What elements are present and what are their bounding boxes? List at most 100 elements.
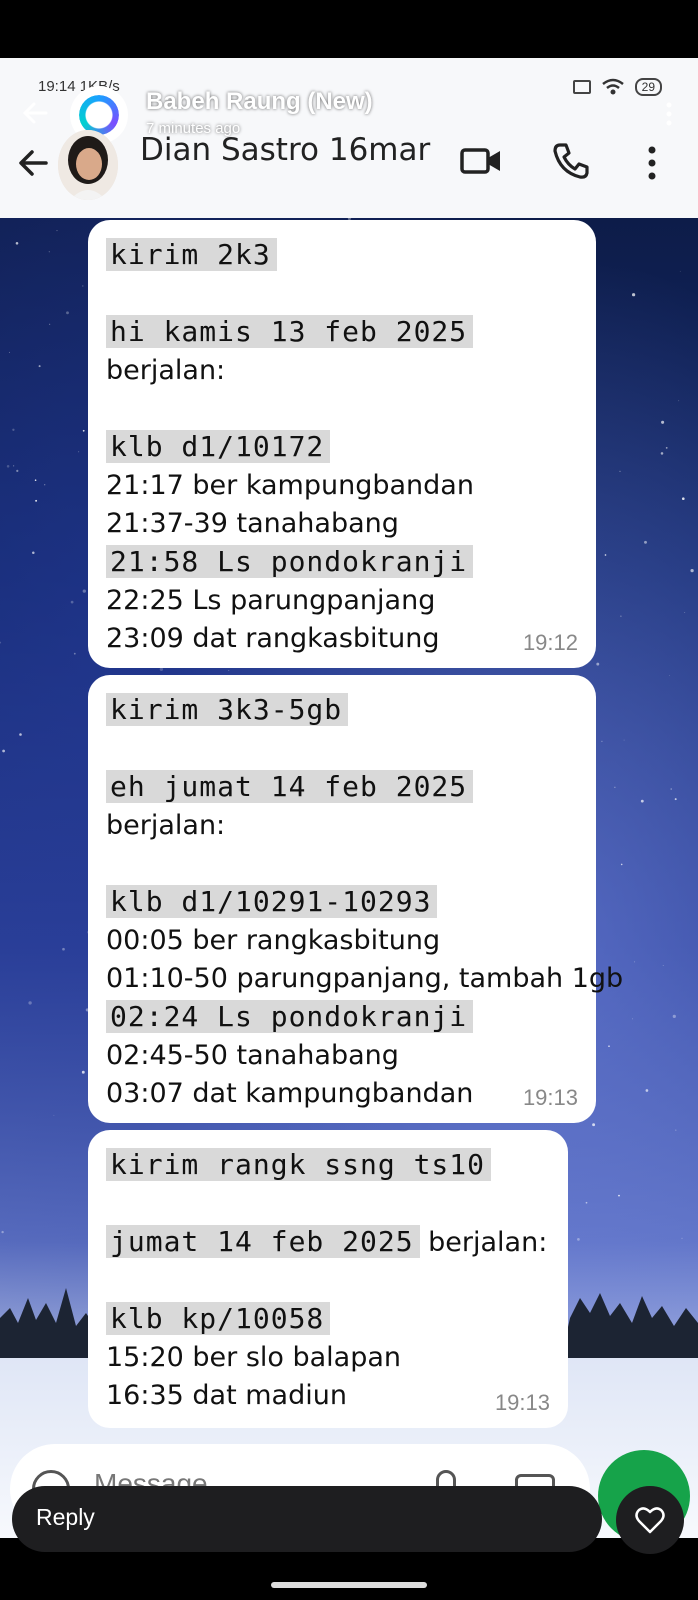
star <box>62 947 65 951</box>
story-more-icon[interactable] <box>666 102 672 126</box>
overflow-menu-icon[interactable] <box>648 146 656 180</box>
star <box>631 293 636 297</box>
message-code-text: klb d1/10172 <box>106 430 331 463</box>
star <box>16 469 19 473</box>
message-line-text: 21:17 ber kampungbandan <box>106 470 474 501</box>
star <box>645 1089 649 1092</box>
message-line-text: 21:37-39 tanahabang <box>106 508 399 539</box>
story-back-arrow-icon[interactable] <box>20 98 50 128</box>
message-line: eh jumat 14 feb 2025 <box>106 768 578 807</box>
star <box>681 497 685 501</box>
star <box>596 662 600 666</box>
message-line-text: 00:05 ber rangkasbitung <box>106 925 441 956</box>
message-line <box>106 845 578 883</box>
message-code-text: 21:58 Ls pondokranji <box>106 545 474 578</box>
star <box>49 323 51 325</box>
voice-call-icon[interactable] <box>552 142 590 180</box>
message-line-tail: berjalan: <box>419 1227 548 1258</box>
star <box>82 285 84 287</box>
star <box>679 270 681 272</box>
message-text: kirim 2k3 hi kamis 13 feb 2025 berjalan: kl… <box>106 236 578 658</box>
message-line: 21:17 ber kampungbandan <box>106 467 578 505</box>
star <box>608 1045 610 1048</box>
reply-input[interactable]: Reply <box>12 1486 602 1552</box>
message-line: 23:09 dat rangkasbitung <box>106 620 578 658</box>
message-line: jumat 14 feb 2025 berjalan: <box>106 1223 550 1262</box>
star <box>73 652 76 655</box>
star <box>670 788 672 790</box>
star <box>81 1070 85 1074</box>
heart-icon <box>635 1507 665 1534</box>
star <box>674 798 677 801</box>
chat-header: 19:14 1KB/s 29 Babeh Raung (New) 7 minut… <box>0 58 698 218</box>
star <box>15 242 19 245</box>
star <box>6 465 10 468</box>
reply-label: Reply <box>36 1504 95 1530</box>
star <box>592 1123 596 1127</box>
message-line: klb d1/10172 <box>106 428 578 467</box>
status-icons: 29 <box>572 78 662 96</box>
star <box>640 799 644 803</box>
star <box>675 1129 677 1131</box>
star <box>678 400 680 402</box>
message-line: 03:07 dat kampungbandan <box>106 1075 578 1113</box>
star <box>623 739 625 741</box>
star <box>681 1237 683 1240</box>
message-code-text: hi kamis 13 feb 2025 <box>106 315 474 348</box>
message-line: 00:05 ber rangkasbitung <box>106 922 578 960</box>
back-arrow-icon[interactable] <box>16 146 50 180</box>
message-line: kirim 3k3-5gb <box>106 691 578 730</box>
star <box>82 429 85 432</box>
message-code-text: kirim rangk ssng ts10 <box>106 1148 492 1181</box>
screenshot: 19:14 1KB/s 29 Babeh Raung (New) 7 minut… <box>0 58 698 1538</box>
message-line: berjalan: <box>106 352 578 390</box>
message-line: klb kp/10058 <box>106 1300 550 1339</box>
message-text: kirim 3k3-5gb eh jumat 14 feb 2025 berjala… <box>106 691 623 1113</box>
contact-avatar[interactable] <box>58 130 118 200</box>
message-line: 01:10-50 parungpanjang, tambah 1gb <box>106 960 623 998</box>
star <box>614 786 616 788</box>
star <box>78 451 80 453</box>
message-code-text: klb kp/10058 <box>106 1302 331 1335</box>
star <box>8 351 10 353</box>
message-time: 19:13 <box>522 1085 578 1110</box>
video-call-icon[interactable] <box>460 146 502 176</box>
star <box>672 1014 676 1019</box>
star <box>684 612 686 613</box>
message-line-text: berjalan: <box>106 810 226 841</box>
message-bubble[interactable]: kirim 3k3-5gb eh jumat 14 feb 2025 berjala… <box>88 675 623 1123</box>
star <box>66 311 69 315</box>
star <box>601 740 603 743</box>
star <box>690 568 694 573</box>
star <box>56 230 58 232</box>
star <box>34 479 37 481</box>
star <box>28 1001 32 1005</box>
contact-photo <box>58 130 118 200</box>
message-line <box>106 1262 550 1300</box>
star <box>12 428 15 431</box>
message-line: hi kamis 13 feb 2025 <box>106 313 578 352</box>
message-line-text: 22:25 Ls parungpanjang <box>106 585 436 616</box>
home-indicator[interactable] <box>271 1582 427 1588</box>
contact-name[interactable]: Dian Sastro 16mar <box>140 132 430 168</box>
star <box>0 641 2 644</box>
message-line: kirim rangk ssng ts10 <box>106 1146 550 1185</box>
message-line: 21:58 Ls pondokranji <box>106 543 578 582</box>
star <box>13 465 15 467</box>
message-line: kirim 2k3 <box>106 236 578 275</box>
message-line: 02:24 Ls pondokranji <box>106 998 578 1037</box>
message-line-text: 23:09 dat rangkasbitung <box>106 623 440 654</box>
like-button[interactable] <box>616 1486 684 1554</box>
message-bubble[interactable]: kirim rangk ssng ts10 jumat 14 feb 2025 b… <box>88 1130 568 1428</box>
sim-icon <box>572 80 591 94</box>
star <box>577 1238 580 1241</box>
message-line: 22:25 Ls parungpanjang <box>106 582 578 620</box>
star <box>618 1194 620 1197</box>
message-time: 19:13 <box>494 1390 550 1415</box>
message-code-text: 02:24 Ls pondokranji <box>106 1000 474 1033</box>
message-bubble[interactable]: kirim 2k3 hi kamis 13 feb 2025 berjalan: kl… <box>88 220 596 668</box>
star <box>669 674 671 676</box>
message-code-text: kirim 3k3-5gb <box>106 693 349 726</box>
message-line-text: berjalan: <box>106 355 226 386</box>
message-text: kirim rangk ssng ts10 jumat 14 feb 2025 b… <box>106 1146 550 1415</box>
